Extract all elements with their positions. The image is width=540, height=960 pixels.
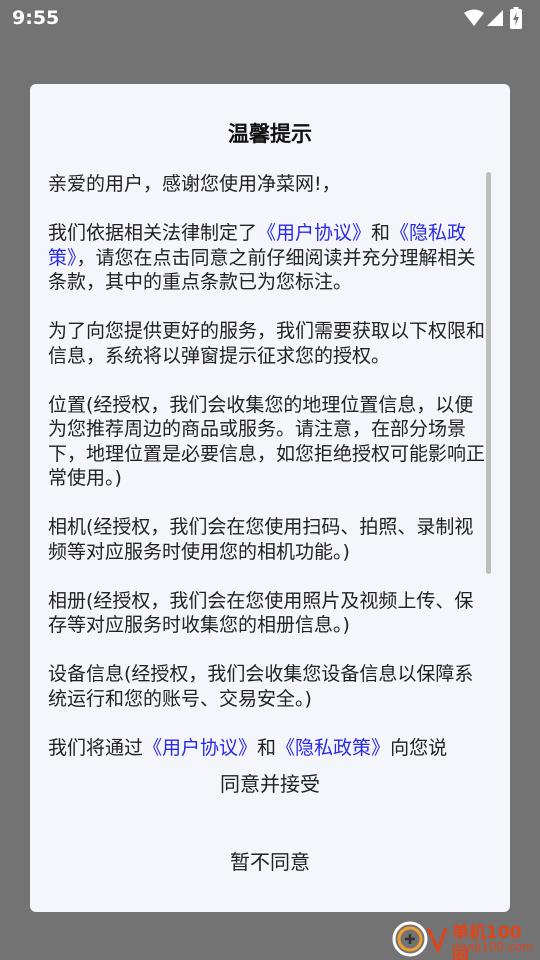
wifi-icon xyxy=(464,9,484,26)
dialog-content-text: 亲爱的用户，感谢您使用净菜网!， 我们依据相关法律制定了《用户协议》和《隐私政策… xyxy=(48,172,492,760)
privacy-dialog: 温馨提示 亲爱的用户，感谢您使用净菜网!， 我们依据相关法律制定了《用户协议》和… xyxy=(30,84,510,912)
dialog-content-scroll[interactable]: 亲爱的用户，感谢您使用净菜网!， 我们依据相关法律制定了《用户协议》和《隐私政策… xyxy=(48,172,492,822)
text-segment: ，请您在点击同意之前仔细阅读并充分理解相关条款，其中的重点条款已为您标注。 xyxy=(48,246,476,294)
status-bar: 9:55 xyxy=(0,0,540,36)
paragraph-album: 相册(经授权，我们会在您使用照片及视频上传、保存等对应服务时收集您的相册信息。) xyxy=(48,589,474,637)
battery-charging-icon xyxy=(510,7,522,29)
watermark: 单机100网 danji100.com xyxy=(392,918,538,960)
status-time: 9:55 xyxy=(12,7,60,29)
decline-button[interactable]: 暂不同意 xyxy=(30,832,510,892)
status-icons xyxy=(446,7,526,29)
watermark-url: danji100.com xyxy=(452,940,534,954)
paragraph-agreement: 我们依据相关法律制定了《用户协议》和《隐私政策》，请您在点击同意之前仔细阅读并充… xyxy=(48,221,492,295)
signal-icon xyxy=(487,10,503,26)
paragraph-greeting: 亲爱的用户，感谢您使用净菜网!， xyxy=(48,173,341,195)
paragraph-camera: 相机(经授权，我们会在您使用扫码、拍照、录制视频等对应服务时使用您的相机功能。) xyxy=(48,516,474,563)
user-agreement-link[interactable]: 《用户协议》 xyxy=(257,222,371,244)
text-segment: 我们依据相关法律制定了 xyxy=(48,222,258,244)
text-segment: 和 xyxy=(371,222,391,244)
paragraph-permissions-intro: 为了向您提供更好的服务，我们需要获取以下权限和信息，系统将以弹窗提示征求您的授权… xyxy=(48,320,486,367)
paragraph-location: 位置(经授权，我们会收集您的地理位置信息，以便为您推荐周边的商品或服务。请注意，… xyxy=(48,393,486,490)
dialog-title: 温馨提示 xyxy=(228,122,312,146)
watermark-logo-icon xyxy=(392,921,448,957)
paragraph-device-info: 设备信息(经授权，我们会收集您设备信息以保障系统运行和您的账号、交易安全。) xyxy=(48,663,474,710)
content-scrollbar[interactable] xyxy=(486,172,491,574)
accept-button[interactable]: 同意并接受 xyxy=(30,754,510,814)
